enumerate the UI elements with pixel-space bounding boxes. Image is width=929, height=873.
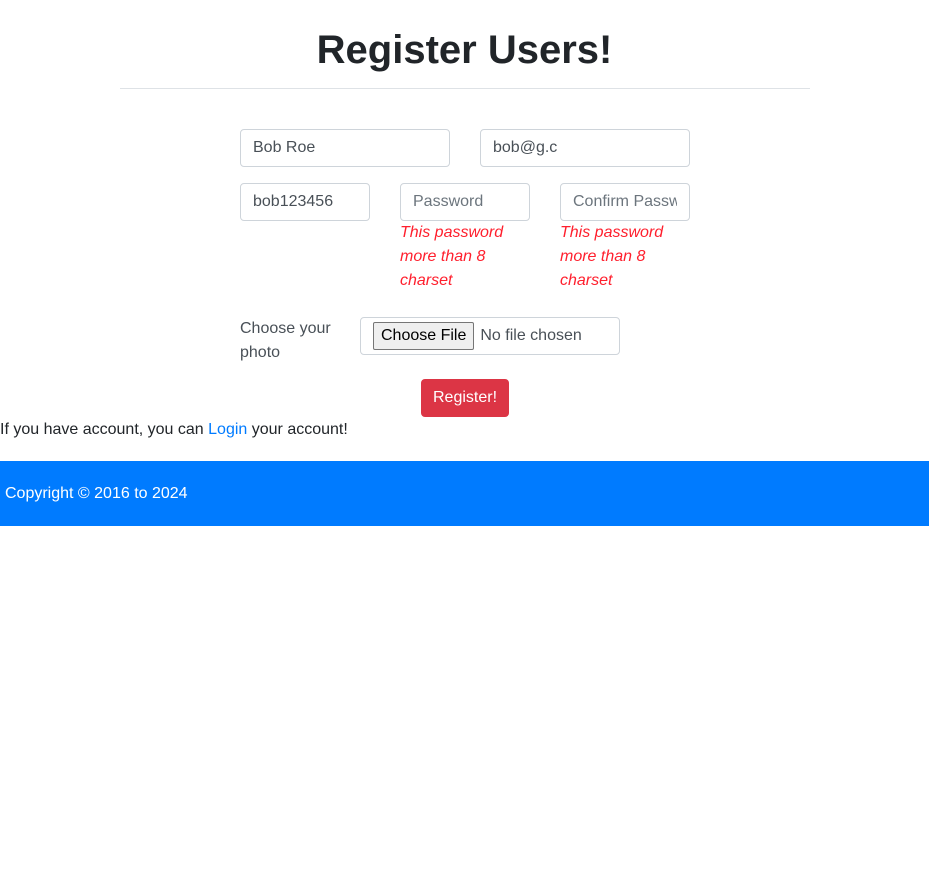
confirm-password-input[interactable] bbox=[560, 183, 690, 221]
photo-label: Choose your photo bbox=[240, 320, 331, 361]
footer: Copyright © 2016 to 2024 bbox=[0, 461, 929, 526]
confirm-password-error: This password more than 8 charset bbox=[560, 224, 664, 289]
login-prompt: If you have account, you can Login your … bbox=[0, 418, 348, 442]
page-title: Register Users! bbox=[316, 28, 613, 72]
photo-file-input[interactable]: Choose File No file chosen bbox=[360, 317, 620, 355]
file-status: No file chosen bbox=[480, 327, 582, 344]
email-input[interactable] bbox=[480, 129, 690, 167]
choose-file-button[interactable]: Choose File bbox=[373, 322, 475, 350]
copyright-text: Copyright © 2016 to 2024 bbox=[5, 485, 188, 502]
username-input[interactable] bbox=[240, 183, 370, 221]
name-input[interactable] bbox=[240, 129, 450, 167]
login-prompt-suffix: your account! bbox=[247, 421, 348, 438]
login-link[interactable]: Login bbox=[208, 421, 247, 438]
password-input[interactable] bbox=[400, 183, 530, 221]
password-error: This password more than 8 charset bbox=[400, 224, 504, 289]
title-divider bbox=[120, 88, 810, 89]
login-prompt-prefix: If you have account, you can bbox=[0, 421, 209, 438]
register-button[interactable]: Register! bbox=[421, 379, 509, 417]
